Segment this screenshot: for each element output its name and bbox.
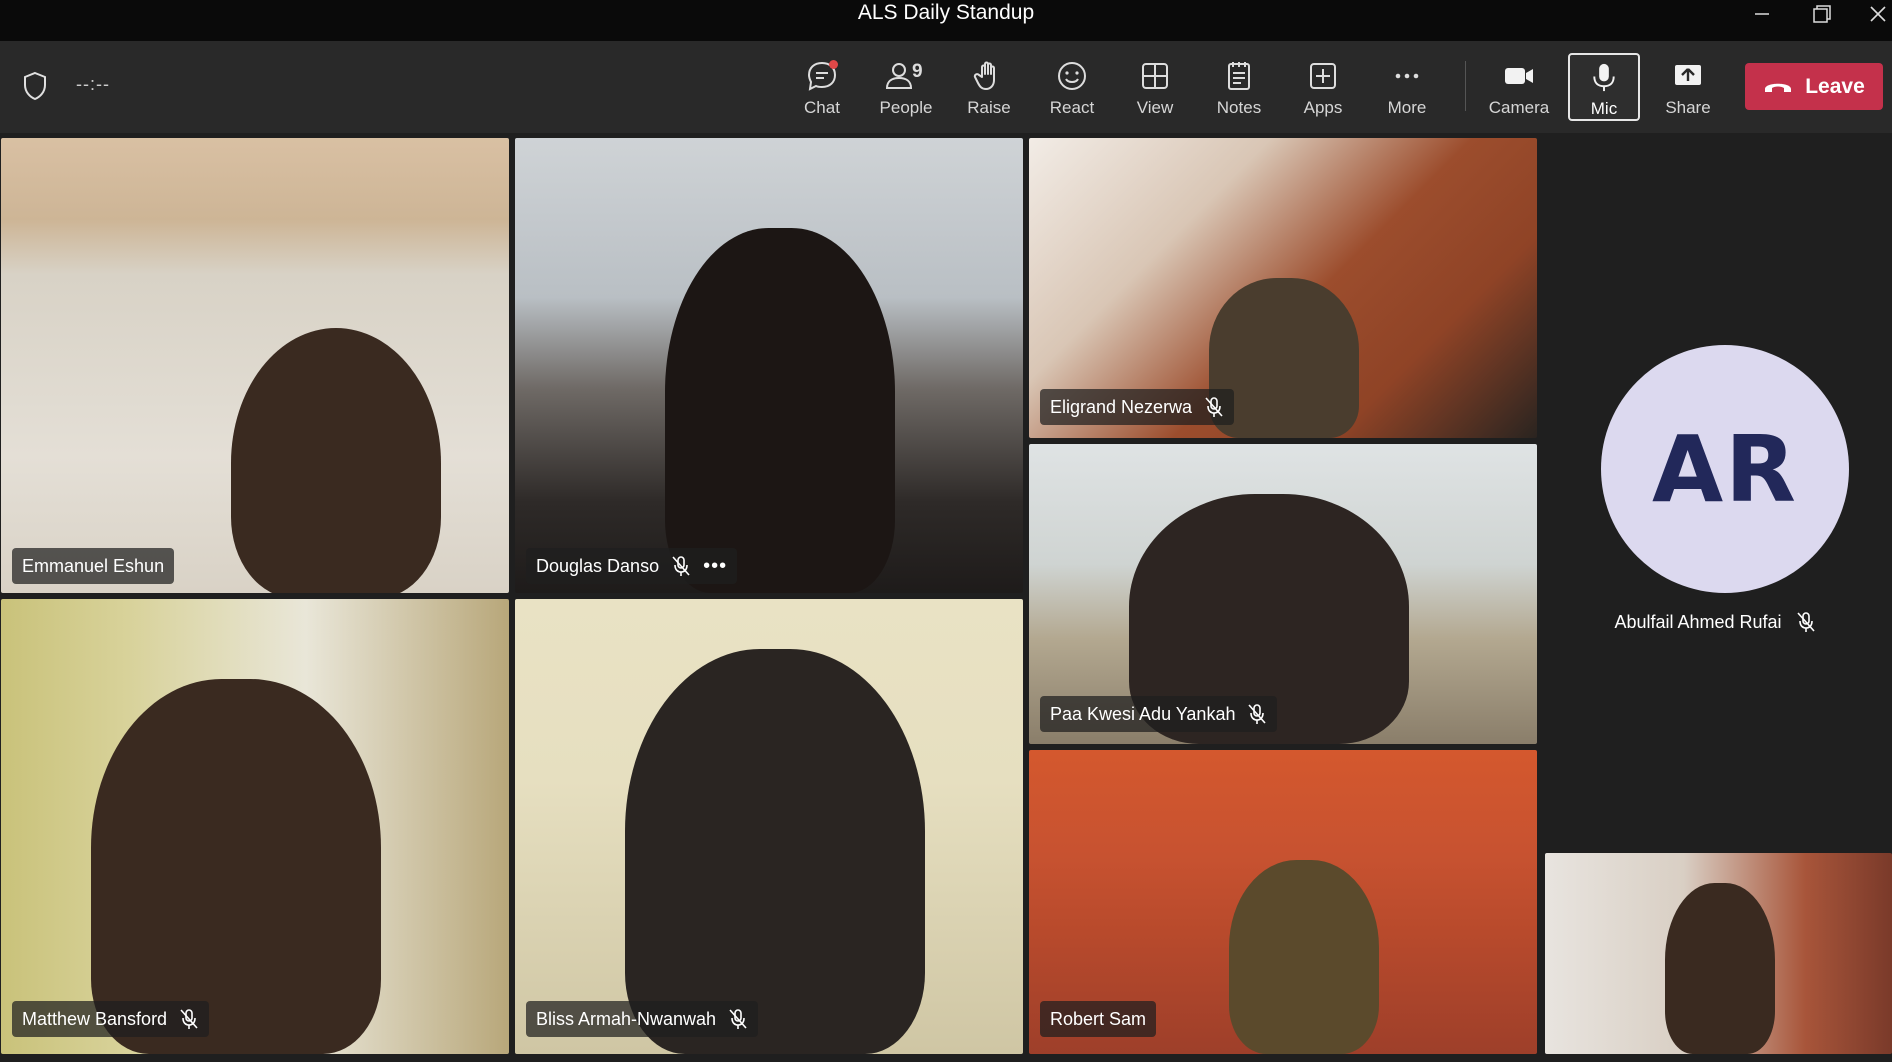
add-apps-icon	[1310, 63, 1336, 89]
participant-nameplate: Paa Kwesi Adu Yankah	[1040, 696, 1278, 732]
grid-view-icon	[1142, 63, 1168, 89]
camera-icon	[1505, 68, 1533, 84]
notes-label: Notes	[1216, 98, 1262, 117]
participant-nameplate: Eligrand Nezerwa	[1040, 389, 1235, 425]
avatar: AR	[1601, 345, 1849, 593]
minimize-icon	[1755, 13, 1769, 15]
chat-button[interactable]: Chat	[786, 53, 858, 121]
react-label: React	[1049, 98, 1095, 117]
more-button[interactable]: More	[1371, 53, 1443, 121]
raise-hand-icon	[973, 61, 995, 90]
raise-hand-button[interactable]: Raise	[953, 53, 1025, 121]
avatar-participant-tile[interactable]: AR Abulfail Ahmed Rufai	[1545, 133, 1892, 843]
chat-notification-dot	[829, 60, 838, 69]
participant-video	[91, 679, 381, 1054]
more-label: More	[1387, 98, 1427, 117]
participant-nameplate: Emmanuel Eshun	[12, 548, 175, 584]
self-view-tile[interactable]	[1545, 853, 1892, 1054]
minimize-button[interactable]	[1734, 0, 1790, 28]
camera-button[interactable]: Camera	[1483, 53, 1555, 121]
participant-tile[interactable]: Paa Kwesi Adu Yankah	[1029, 444, 1537, 744]
leave-button[interactable]: Leave	[1745, 63, 1883, 110]
mic-off-icon	[1248, 704, 1267, 724]
mic-off-icon	[1205, 397, 1223, 417]
apps-button[interactable]: Apps	[1287, 53, 1359, 121]
participant-name: Douglas Danso	[536, 555, 660, 576]
shield-icon	[24, 71, 46, 101]
close-icon	[1870, 6, 1886, 22]
participant-nameplate: Bliss Armah-Nwanwah	[526, 1001, 759, 1037]
participant-nameplate: Douglas Danso •••	[526, 548, 738, 584]
react-button[interactable]: React	[1036, 53, 1108, 121]
mic-off-icon	[1796, 612, 1815, 632]
participant-name: Bliss Armah-Nwanwah	[536, 1008, 717, 1029]
meeting-timer: --:--	[76, 74, 110, 94]
participant-name: Paa Kwesi Adu Yankah	[1050, 703, 1236, 724]
more-options-icon[interactable]: •••	[703, 556, 727, 576]
meeting-title: ALS Daily Standup	[857, 1, 1035, 24]
participant-name: Emmanuel Eshun	[22, 555, 165, 576]
leave-label: Leave	[1805, 74, 1865, 98]
participant-name: Matthew Bansford	[22, 1008, 168, 1029]
participant-tile[interactable]: Douglas Danso •••	[515, 138, 1023, 593]
more-icon	[1395, 73, 1419, 79]
meeting-toolbar: --:-- Chat 9 People Raise React View Not…	[0, 41, 1892, 133]
camera-label: Camera	[1488, 98, 1550, 117]
participant-tile[interactable]: Matthew Bansford	[1, 599, 509, 1054]
smiley-icon	[1058, 62, 1086, 90]
chat-label: Chat	[804, 98, 840, 117]
participant-tile[interactable]: Robert Sam	[1029, 750, 1537, 1054]
avatar-participant-nameplate: Abulfail Ahmed Rufai	[1545, 611, 1885, 633]
participant-video	[1229, 860, 1379, 1054]
share-screen-icon	[1675, 65, 1701, 85]
restore-button[interactable]	[1794, 0, 1850, 28]
microphone-icon	[1593, 63, 1615, 92]
participant-name: Robert Sam	[1050, 1008, 1147, 1029]
participant-nameplate: Robert Sam	[1040, 1001, 1157, 1037]
participant-tile[interactable]: Emmanuel Eshun	[1, 138, 509, 593]
view-label: View	[1136, 98, 1174, 117]
notes-icon	[1228, 62, 1250, 90]
toolbar-divider	[1465, 61, 1466, 111]
view-button[interactable]: View	[1119, 53, 1191, 121]
people-icon	[885, 63, 913, 89]
people-label: People	[879, 98, 933, 117]
close-button[interactable]	[1850, 0, 1892, 28]
self-video	[1665, 883, 1775, 1054]
participant-video	[231, 328, 441, 593]
notes-button[interactable]: Notes	[1203, 53, 1275, 121]
raise-label: Raise	[967, 98, 1011, 117]
participant-nameplate: Matthew Bansford	[12, 1001, 210, 1037]
people-button[interactable]: 9 People	[870, 53, 942, 121]
participant-tile[interactable]: Bliss Armah-Nwanwah	[515, 599, 1023, 1054]
mic-button[interactable]: Mic	[1568, 53, 1640, 121]
share-button[interactable]: Share	[1652, 53, 1724, 121]
participant-tile[interactable]: Eligrand Nezerwa	[1029, 138, 1537, 438]
video-grid: Emmanuel Eshun Douglas Danso ••• Eligran…	[0, 133, 1892, 1062]
participant-video	[665, 228, 895, 593]
share-label: Share	[1665, 98, 1711, 117]
people-count-badge: 9	[912, 61, 923, 82]
mic-label: Mic	[1590, 99, 1618, 118]
participant-name: Eligrand Nezerwa	[1050, 396, 1193, 417]
title-bar: ALS Daily Standup	[0, 0, 1892, 41]
apps-label: Apps	[1303, 98, 1343, 117]
hang-up-icon	[1765, 83, 1792, 92]
participant-name: Abulfail Ahmed Rufai	[1614, 611, 1782, 632]
mic-off-icon	[180, 1009, 198, 1029]
mic-off-icon	[672, 556, 690, 576]
restore-icon	[1813, 5, 1831, 23]
participant-video	[625, 649, 925, 1054]
mic-off-icon	[729, 1009, 747, 1029]
